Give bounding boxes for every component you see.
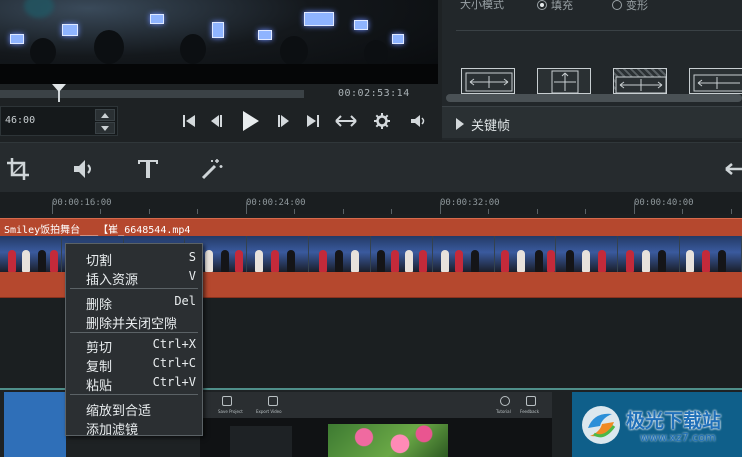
skip-to-start-icon[interactable] [180,108,198,134]
menu-item-add-filter[interactable]: 添加滤镜 [66,417,202,438]
keyframe-section-toggle[interactable]: 关键帧 [442,106,742,138]
menu-item-split[interactable]: 切割 S [66,248,202,269]
site-logo-icon [582,406,620,444]
keyframe-label: 关键帧 [471,119,511,134]
time-increment-button[interactable] [95,109,115,121]
menu-item-zoom-fit[interactable]: 缩放到合适 [66,398,202,419]
previous-frame-icon[interactable] [208,108,226,134]
time-decrement-button[interactable] [95,122,115,134]
text-icon[interactable] [136,157,164,181]
expand-arrow-icon [456,118,464,130]
radio-unselected-icon [612,0,622,10]
site-name: 极光下载站 [626,410,722,432]
preview-thumbnail [4,392,66,457]
fill-radio[interactable]: 填充 [537,0,573,13]
stretch-radio[interactable]: 变形 [612,0,648,13]
app-screenshot-thumbnail: Save Project Export Video Tutorial Feedb… [200,392,552,457]
radio-selected-icon [537,0,547,10]
playhead-handle[interactable] [52,84,66,102]
properties-scrollbar[interactable] [446,94,742,102]
current-time-field[interactable]: 46:00 [0,106,118,136]
menu-item-insert-resource[interactable]: 插入资源 V [66,267,202,288]
ruler-tick-label: 00:00:24:00 [246,198,306,208]
menu-item-paste[interactable]: 粘贴 Ctrl+V [66,373,202,394]
next-frame-icon[interactable] [274,108,292,134]
menu-item-copy[interactable]: 复制 Ctrl+C [66,354,202,375]
tutorial-label: Tutorial [496,409,511,414]
export-video-label: Export Video [256,409,282,414]
size-mode-label: 大小模式 [460,0,504,11]
video-editor-window: 00:02:53:14 46:00 大小模式 填充 变形 关键帧 00:00:1… [0,0,742,457]
site-watermark: 极光下载站 www.xz7.com [574,398,742,457]
audio-icon[interactable] [72,157,100,181]
fit-horizontal-button[interactable] [461,68,515,94]
feedback-label: Feedback [520,409,540,414]
stretch-mode-button[interactable] [689,68,742,94]
timeline-ruler[interactable]: 00:00:16:00 00:00:24:00 00:00:32:00 00:0… [0,192,742,214]
menu-item-delete[interactable]: 删除 Del [66,292,202,313]
ruler-tick-label: 00:00:32:00 [440,198,500,208]
site-url: www.xz7.com [640,431,716,444]
stretch-radio-label: 变形 [626,0,648,12]
menu-divider [70,288,198,289]
menu-item-delete-close-gap[interactable]: 删除并关闭空隙 [66,311,202,332]
playback-progress-track[interactable] [0,90,304,98]
crop-mode-button[interactable] [613,68,667,94]
magic-wand-icon[interactable] [200,157,228,181]
clip-filename: Smiley饭拍舞台___【崔_6648544.mp4 [4,225,191,236]
current-time-value: 46:00 [5,115,36,126]
divider [456,30,742,31]
menu-item-cut[interactable]: 剪切 Ctrl+X [66,335,202,356]
fit-width-icon[interactable] [334,108,358,134]
arrow-left-icon[interactable] [722,157,742,181]
crop-icon[interactable] [6,157,34,181]
fill-radio-label: 填充 [551,0,573,12]
edit-toolbar [0,142,742,192]
video-preview[interactable] [0,0,438,84]
volume-icon[interactable] [408,108,428,134]
save-project-label: Save Project [218,409,243,414]
skip-to-end-icon[interactable] [304,108,322,134]
menu-divider [70,394,198,395]
total-duration: 00:02:53:14 [338,88,410,99]
menu-divider [70,332,198,333]
ruler-tick-label: 00:00:16:00 [52,198,112,208]
settings-gear-icon[interactable] [372,108,392,134]
clip-context-menu: 切割 S 插入资源 V 删除 Del 删除并关闭空隙 剪切 Ctrl+X 复制 … [65,243,203,438]
play-icon[interactable] [238,108,262,134]
ruler-tick-label: 00:00:40:00 [634,198,694,208]
fit-vertical-button[interactable] [537,68,591,94]
